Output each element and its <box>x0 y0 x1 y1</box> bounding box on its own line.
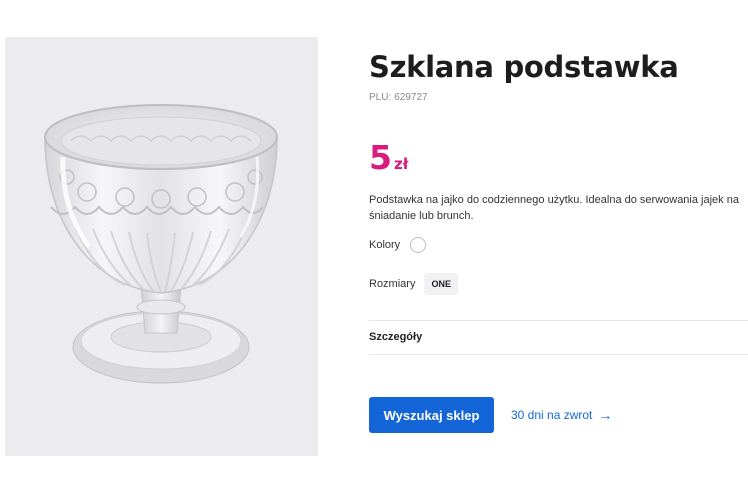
color-swatch[interactable] <box>410 237 427 253</box>
divider <box>369 320 748 321</box>
size-option[interactable]: ONE <box>424 273 458 295</box>
plu-value: 629727 <box>394 92 428 103</box>
price-currency: zł <box>393 155 409 173</box>
plu-label: PLU: <box>369 92 392 103</box>
colors-row: Kolory <box>369 237 427 253</box>
product-image <box>5 37 318 456</box>
glass-egg-cup-illustration <box>44 104 278 384</box>
details-toggle[interactable]: Szczegóły <box>369 331 422 343</box>
find-store-button[interactable]: Wyszukaj sklep <box>369 397 494 433</box>
product-price: 5 zł <box>369 138 408 177</box>
plu-line: PLU: 629727 <box>369 92 428 103</box>
divider <box>369 354 748 355</box>
product-title: Szklana podstawka <box>369 50 679 84</box>
return-policy-label: 30 dni na zwrot <box>511 408 593 422</box>
sizes-row: Rozmiary ONE <box>369 273 458 295</box>
product-description: Podstawka na jajko do codziennego użytku… <box>369 194 739 222</box>
colors-label: Kolory <box>369 239 401 251</box>
arrow-right-icon: → <box>598 407 613 423</box>
return-policy-link[interactable]: 30 dni na zwrot → <box>511 407 612 423</box>
price-amount: 5 <box>369 138 392 177</box>
sizes-label: Rozmiary <box>369 278 416 290</box>
